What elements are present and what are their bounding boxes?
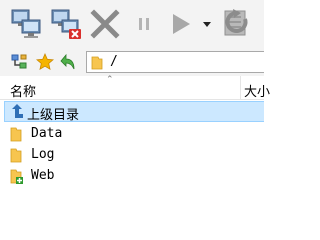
pause-button[interactable] bbox=[130, 6, 158, 42]
play-icon bbox=[173, 14, 190, 34]
disconnect-button[interactable] bbox=[48, 6, 84, 42]
toolbar bbox=[0, 0, 264, 48]
list-item-parent-dir[interactable]: 上级目录 bbox=[4, 101, 264, 123]
connect-icon bbox=[11, 9, 41, 38]
view-tree-icon[interactable] bbox=[10, 53, 28, 71]
column-header-size[interactable]: 大小 bbox=[244, 81, 270, 100]
disconnect-icon bbox=[51, 9, 81, 39]
refresh-icon bbox=[224, 9, 248, 36]
file-list: 上级目录 Data Log Web bbox=[0, 100, 264, 204]
path-input[interactable]: / bbox=[86, 51, 264, 73]
connect-button[interactable] bbox=[8, 6, 44, 42]
play-button[interactable] bbox=[166, 6, 196, 42]
sort-ascending-icon: ⌃ bbox=[106, 75, 114, 85]
list-item-data[interactable]: Data bbox=[4, 124, 264, 145]
list-item-web[interactable]: Web bbox=[4, 166, 264, 187]
pause-icon bbox=[139, 18, 149, 30]
folder-add-icon bbox=[10, 169, 23, 184]
favorites-star-icon[interactable] bbox=[36, 53, 54, 71]
cancel-button[interactable] bbox=[88, 6, 122, 42]
list-item-log[interactable]: Log bbox=[4, 145, 264, 166]
list-item-label: Data bbox=[31, 126, 63, 141]
folder-icon bbox=[10, 148, 22, 163]
file-list-header: ⌃ 名称 大小 bbox=[0, 75, 270, 100]
cancel-icon bbox=[90, 9, 120, 39]
dropdown-button[interactable] bbox=[200, 6, 214, 42]
folder-icon bbox=[91, 56, 103, 70]
folder-icon bbox=[10, 127, 22, 142]
refresh-button[interactable] bbox=[218, 6, 254, 42]
list-item-label: 上级目录 bbox=[27, 108, 80, 123]
go-up-arrow-icon[interactable] bbox=[60, 53, 78, 71]
dropdown-icon bbox=[203, 22, 211, 27]
address-bar: / bbox=[0, 48, 264, 76]
path-text: / bbox=[110, 54, 118, 69]
column-header-name[interactable]: 名称 bbox=[10, 81, 36, 100]
list-item-label: Web bbox=[31, 168, 55, 183]
list-item-label: Log bbox=[31, 147, 55, 162]
column-divider[interactable] bbox=[240, 76, 241, 100]
parent-directory-icon bbox=[12, 104, 23, 118]
